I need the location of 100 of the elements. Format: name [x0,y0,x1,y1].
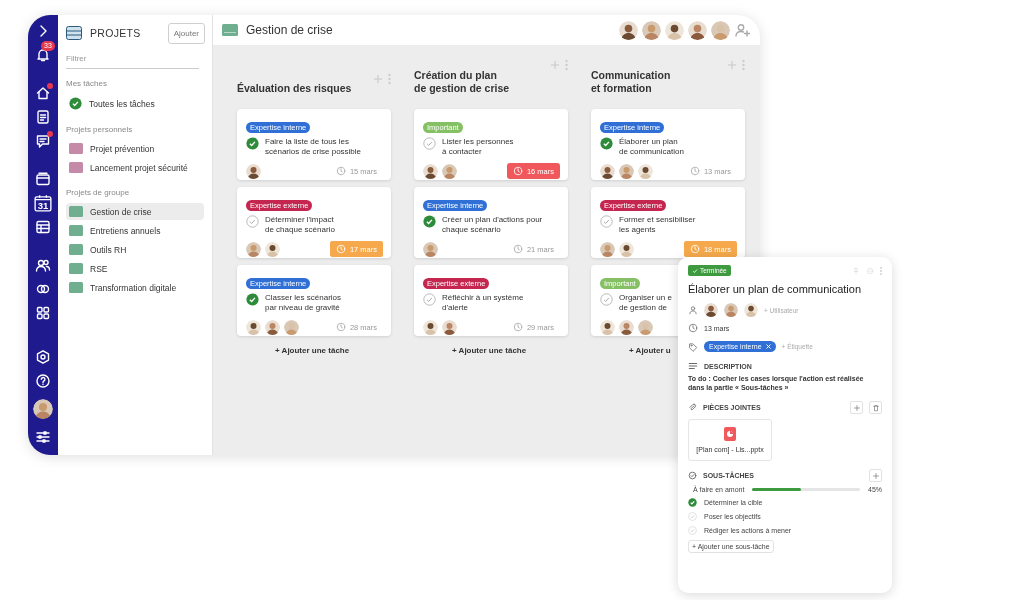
check-icon[interactable] [600,137,613,150]
check-icon [688,471,697,480]
avatar [704,303,718,317]
tag-icon [688,341,698,352]
check-icon[interactable] [423,293,436,306]
task-title: Créer un plan d'actions pour chaque scénario [442,215,543,235]
avatar [442,163,457,179]
delete-button[interactable] [869,401,882,414]
clock-icon [512,322,523,332]
task-title: Déterminer l'impact de chaque scénario [265,215,335,235]
avatar [724,303,738,317]
avatar [638,319,653,335]
avatar [619,20,638,40]
project-item[interactable]: Gestion de crise [66,203,204,220]
section-heading: Projets personnels [66,125,134,134]
task-title: Réfléchir à un système d'alerte [442,293,524,313]
project-item[interactable]: Outils RH [66,241,204,258]
avatar [638,163,653,179]
people-icon [35,257,51,273]
calendar-icon[interactable]: 31 [34,194,52,212]
sidebar-title: PROJETS [90,27,142,39]
home-icon [35,85,51,101]
project-item[interactable]: Lancement projet sécurité [66,159,204,176]
check-icon [69,97,82,110]
check-icon[interactable] [246,215,259,228]
avatar [265,319,280,335]
clock-icon [335,322,346,332]
add-task-link[interactable]: + Ajouter une tâche [275,346,350,355]
add-button[interactable] [850,401,863,414]
check-icon[interactable] [246,293,259,306]
clock-icon [512,244,523,254]
more-icon[interactable] [565,59,568,71]
column-title: Évaluation des risques [237,82,353,95]
avatar [284,319,299,335]
avatar [423,319,438,335]
task-title: Élaborer un plan de communication [688,283,863,295]
add-button[interactable]: Ajouter [167,22,205,44]
project-item[interactable]: Toutes les tâches [66,94,204,113]
folder-icon [35,171,51,187]
avatar [246,163,261,179]
remove-icon[interactable] [765,344,771,349]
check-icon[interactable] [423,215,436,228]
add-task-link[interactable]: + Ajouter une tâche [452,346,527,355]
user-icon [688,305,698,315]
avatar [665,20,684,40]
file-icon [724,427,736,441]
task-title: Élaborer un plan de communication [619,137,684,157]
add-icon [726,59,738,71]
check-icon[interactable] [688,498,697,507]
project-item[interactable]: Transformation digitale [66,279,204,296]
avatar [619,163,634,179]
clock-icon [512,166,523,176]
task-title: Organiser un e de gestion de [619,293,672,313]
table-icon [35,219,51,235]
check-icon[interactable] [600,293,613,306]
check-icon[interactable] [600,215,613,228]
paperclip-icon [688,403,697,412]
clock-icon [335,244,346,254]
avatar [442,319,457,335]
section-heading: Mes tâches [66,79,108,88]
avatar [600,319,615,335]
grid-icon [35,305,51,321]
task-title: Lister les personnes à contacter [442,137,514,157]
task-title: Faire la liste de tous les scénarios de crise possible [265,137,362,157]
check-icon[interactable] [423,137,436,150]
project-item[interactable]: Entretiens annuels [66,222,204,239]
avatar [246,241,261,257]
chat-icon [35,133,51,149]
bell-icon [35,47,51,63]
more-icon[interactable] [388,73,391,85]
more-icon[interactable] [742,59,745,71]
task-title: Former et sensibiliser les agents [619,215,696,235]
project-icon [222,24,238,36]
avatar [600,241,615,257]
clock-icon [689,166,700,176]
check-icon[interactable] [688,526,697,535]
pin-icon [852,266,860,275]
add-task-link[interactable]: + Ajouter u [629,346,671,355]
description-icon [688,361,698,371]
avatar [423,241,438,257]
add-button[interactable] [869,469,882,482]
clock-icon [335,166,346,176]
add-icon [372,73,384,85]
section-heading: Projets de groupe [66,188,131,197]
check-icon[interactable] [688,512,697,521]
avatar [619,241,634,257]
avatar [744,303,758,317]
column-title: Création du plan de gestion de crise [414,69,511,95]
project-item[interactable]: RSE [66,260,204,277]
check-icon[interactable] [246,137,259,150]
project-item[interactable]: Projet prévention [66,140,204,157]
avatar [423,163,438,179]
avatar [246,319,261,335]
plus-icon [871,471,880,480]
trash-icon [871,403,880,412]
avatar [711,20,730,40]
avatar [619,319,634,335]
board-title: Gestion de crise [246,23,334,37]
avatar [265,241,280,257]
task-title: Classer les scénarios par niveau de gravité [265,293,342,313]
